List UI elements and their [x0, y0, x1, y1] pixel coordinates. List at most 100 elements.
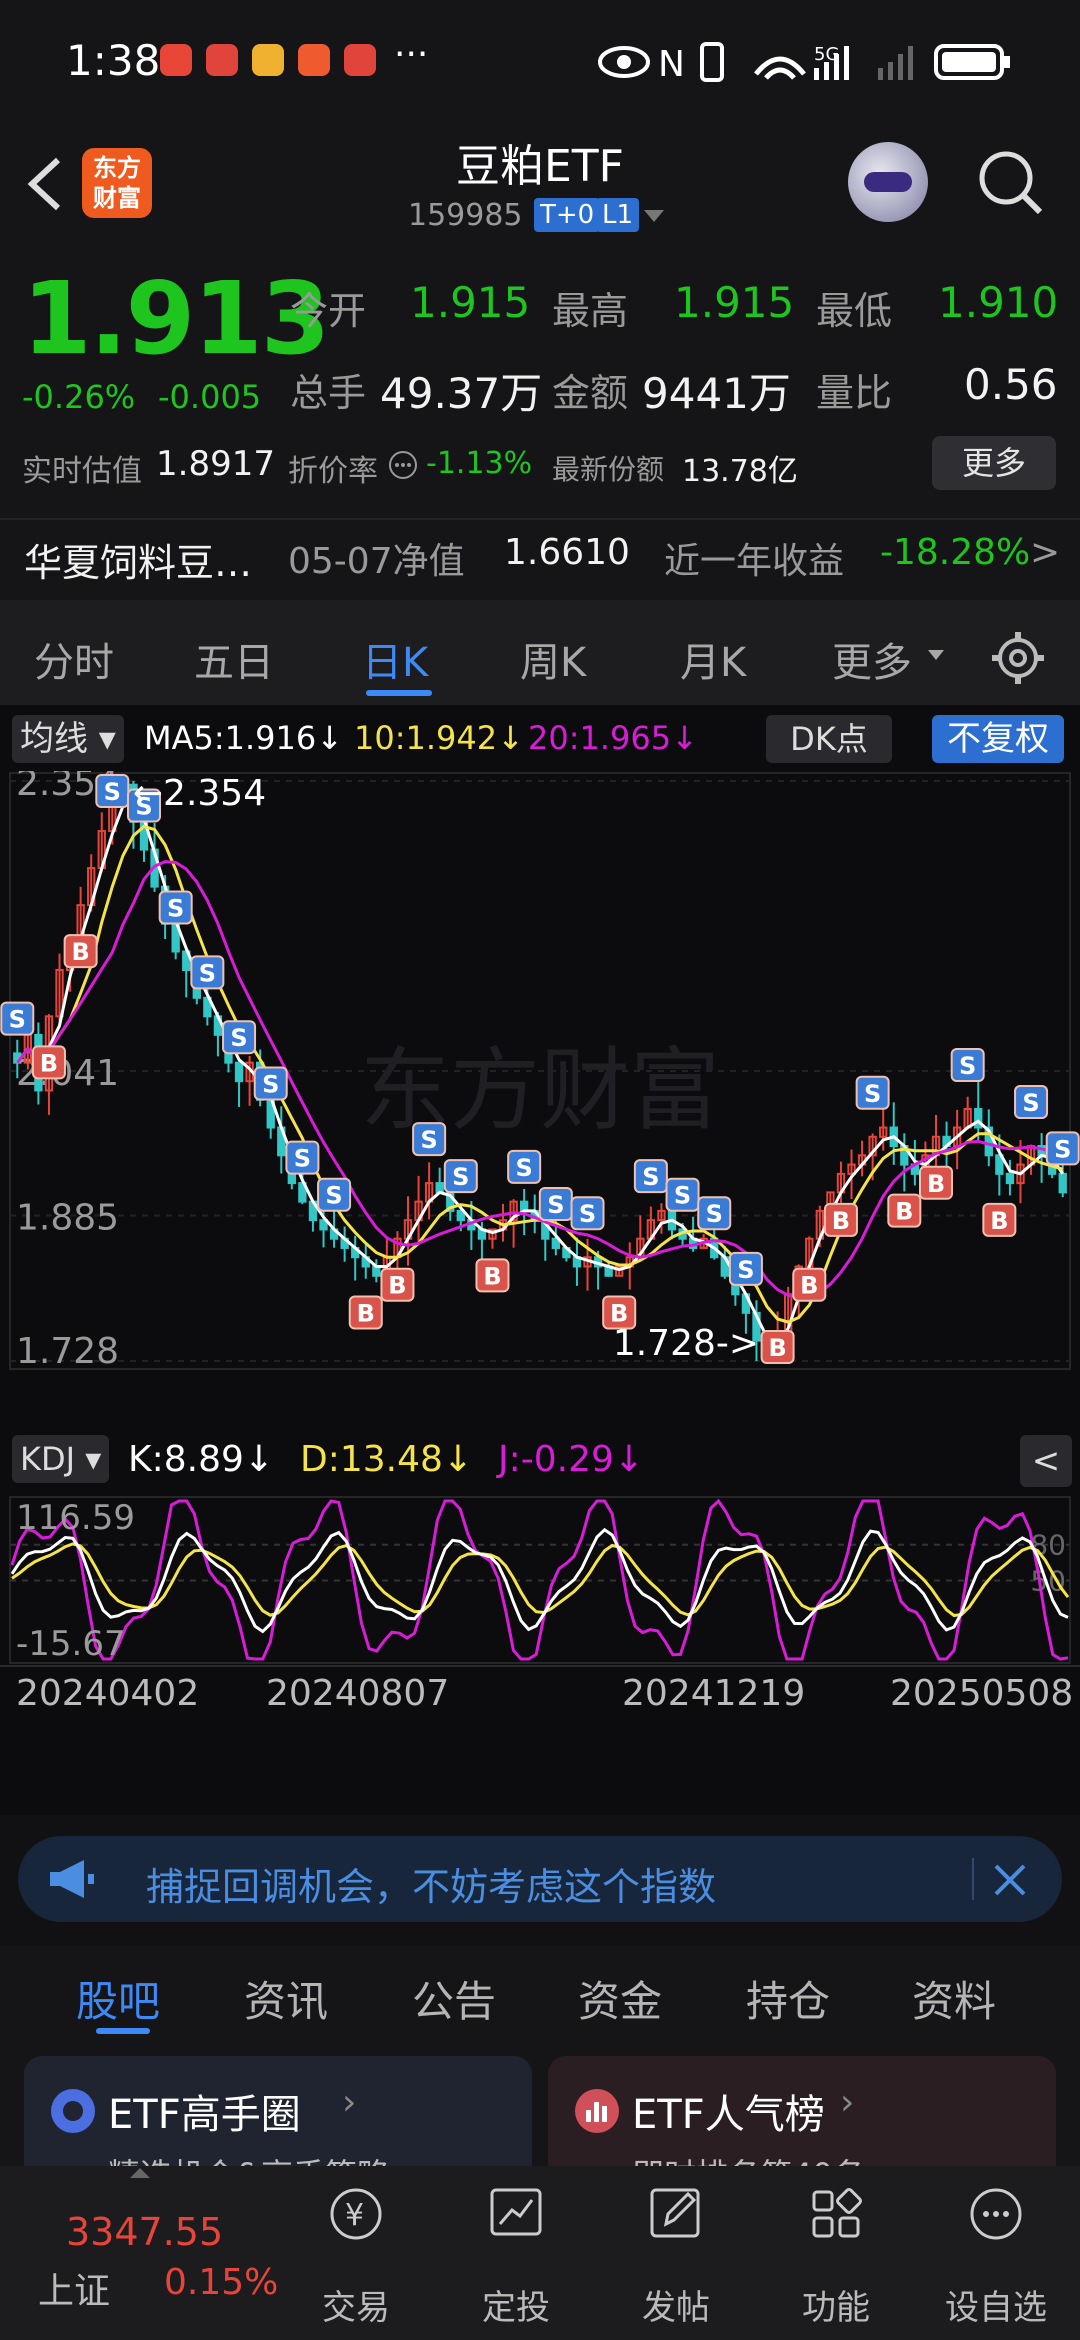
- tab-weekly-k[interactable]: 周K: [520, 630, 586, 688]
- ma5-label: MA5:1.916↓: [144, 719, 344, 757]
- marker-letter: S: [104, 778, 121, 806]
- marker-letter: S: [452, 1163, 469, 1191]
- sell-marker: S: [633, 1159, 668, 1194]
- close-icon[interactable]: [990, 1860, 1030, 1900]
- high-label: 最高: [552, 289, 629, 333]
- marker-letter: S: [167, 894, 184, 922]
- low-label: 最低: [816, 289, 893, 333]
- open-label: 今开: [290, 289, 367, 333]
- ratio-label: 量比: [816, 371, 893, 415]
- change-amount: -0.005: [158, 378, 262, 416]
- estimate-label: 实时估值: [22, 454, 142, 489]
- tab-holdings[interactable]: 持仓: [746, 1968, 830, 2029]
- buy-marker: B: [887, 1193, 922, 1228]
- info-dots-icon[interactable]: [388, 450, 418, 480]
- kdj-j-label: J:-0.29↓: [498, 1439, 645, 1480]
- tab-news[interactable]: 资讯: [244, 1968, 328, 2029]
- tab-forum[interactable]: 股吧: [76, 1968, 160, 2029]
- max-price-annotation: ←2.354: [133, 773, 266, 814]
- kdj-d-label: D:13.48↓: [300, 1439, 474, 1480]
- page-title: 豆粕ETF: [456, 141, 624, 192]
- sell-marker: S: [222, 1020, 257, 1055]
- index-value[interactable]: 3347.55: [66, 2210, 223, 2254]
- discount-value: -1.13%: [426, 446, 533, 481]
- dk-point-button[interactable]: DK点: [766, 715, 892, 763]
- notification-icon: [252, 44, 284, 76]
- stock-code: 159985: [408, 198, 523, 233]
- candlestick-chart[interactable]: 2.3542.0411.8851.728 东方财富 SBBSSSSSSSSBBS…: [0, 771, 1080, 1371]
- marker-letter: S: [547, 1191, 564, 1219]
- back-icon[interactable]: [20, 154, 70, 214]
- sell-marker: S: [190, 955, 225, 990]
- sell-marker: S: [697, 1196, 732, 1231]
- marker-letter: B: [990, 1207, 1008, 1235]
- chevron-right-icon[interactable]: >: [1030, 532, 1060, 573]
- shares-value: 13.78亿: [682, 454, 798, 489]
- robot-assistant-icon[interactable]: [848, 142, 928, 222]
- collapse-indicator-button[interactable]: <: [1020, 1435, 1072, 1487]
- sell-marker: S: [95, 774, 130, 808]
- tab-intraday[interactable]: 分时: [34, 630, 114, 688]
- marker-letter: S: [199, 959, 216, 987]
- buy-marker: B: [380, 1267, 415, 1302]
- marker-letter: S: [1054, 1135, 1071, 1163]
- t0-badge: T+0: [534, 198, 601, 232]
- tab-monthly-k[interactable]: 月K: [680, 630, 746, 688]
- tab-more[interactable]: 更多: [832, 630, 912, 688]
- tab-daily-k[interactable]: 日K: [362, 630, 428, 688]
- chevron-up-icon[interactable]: [128, 2166, 152, 2180]
- marker-letter: S: [230, 1024, 247, 1052]
- promo-banner[interactable]: 捕捉回调机会，不妨考虑这个指数: [18, 1836, 1062, 1922]
- y-tick-label: -15.67: [16, 1624, 126, 1664]
- ma-dropdown[interactable]: 均线 ▾: [12, 715, 124, 763]
- yield-label: 近一年收益: [664, 541, 845, 582]
- marker-letter: B: [768, 1334, 786, 1362]
- marker-letter: B: [800, 1272, 818, 1300]
- tab-profile[interactable]: 资料: [912, 1968, 996, 2029]
- adjust-button[interactable]: 不复权: [932, 715, 1064, 763]
- candle-body: [1005, 1172, 1015, 1185]
- index-name: 上证: [38, 2271, 111, 2312]
- x-tick-label: 20250508: [890, 1673, 1074, 1714]
- banner-text: 捕捉回调机会，不妨考虑这个指数: [146, 1865, 717, 1909]
- more-button[interactable]: 更多: [932, 436, 1056, 490]
- sell-marker: S: [855, 1075, 890, 1110]
- tab-announcements[interactable]: 公告: [412, 1968, 496, 2029]
- logo-text: 东方: [93, 154, 141, 182]
- chevron-down-icon[interactable]: [642, 206, 666, 226]
- kdj-chart[interactable]: 8050116.59-15.67: [0, 1495, 1080, 1665]
- sell-marker: S: [538, 1186, 573, 1221]
- open-value: 1.915: [410, 278, 531, 327]
- nav-label: 交易: [322, 2288, 390, 2328]
- chart-board-icon: [490, 2188, 542, 2236]
- fund-name[interactable]: 华夏饲料豆…: [24, 532, 252, 587]
- sell-marker: S: [507, 1149, 542, 1184]
- active-tab-indicator: [96, 2028, 150, 2034]
- gear-icon[interactable]: [990, 630, 1046, 686]
- svg-text:N: N: [658, 44, 685, 84]
- ma-dropdown-label: 均线: [20, 719, 88, 759]
- card-title: ETF人气榜: [632, 2092, 825, 2138]
- y-tick-label: 116.59: [16, 1498, 135, 1538]
- tab-funds[interactable]: 资金: [578, 1968, 662, 2029]
- bar-chart-icon: [575, 2089, 619, 2133]
- change-percent: -0.26%: [22, 378, 136, 416]
- card-etf-popularity[interactable]: ETF人气榜 › 即时排名第40名: [548, 2056, 1056, 2166]
- kdj-dropdown[interactable]: KDJ ▾: [12, 1435, 110, 1483]
- yield-value: -18.28%: [880, 532, 1031, 573]
- marker-letter: S: [516, 1154, 533, 1182]
- chevron-right-icon: ›: [840, 2082, 855, 2123]
- marker-letter: S: [420, 1126, 437, 1154]
- search-icon[interactable]: [976, 148, 1046, 218]
- buy-marker: B: [475, 1258, 510, 1293]
- marker-letter: B: [40, 1049, 58, 1077]
- amount-label: 金额: [552, 371, 629, 415]
- chart-area: 均线 ▾ MA5:1.916↓ 10:1.942↓ 20:1.965↓ DK点 …: [0, 705, 1080, 2102]
- shares-label: 最新份额: [552, 453, 665, 486]
- svg-text:¥: ¥: [345, 2198, 364, 2233]
- card-etf-experts[interactable]: ETF高手圈 › 精选机会&高手策略: [24, 2056, 532, 2166]
- marker-letter: S: [9, 1006, 26, 1034]
- buy-marker: B: [63, 934, 98, 969]
- nav-label: 05-07净值: [288, 541, 465, 582]
- tab-five-day[interactable]: 五日: [194, 630, 274, 688]
